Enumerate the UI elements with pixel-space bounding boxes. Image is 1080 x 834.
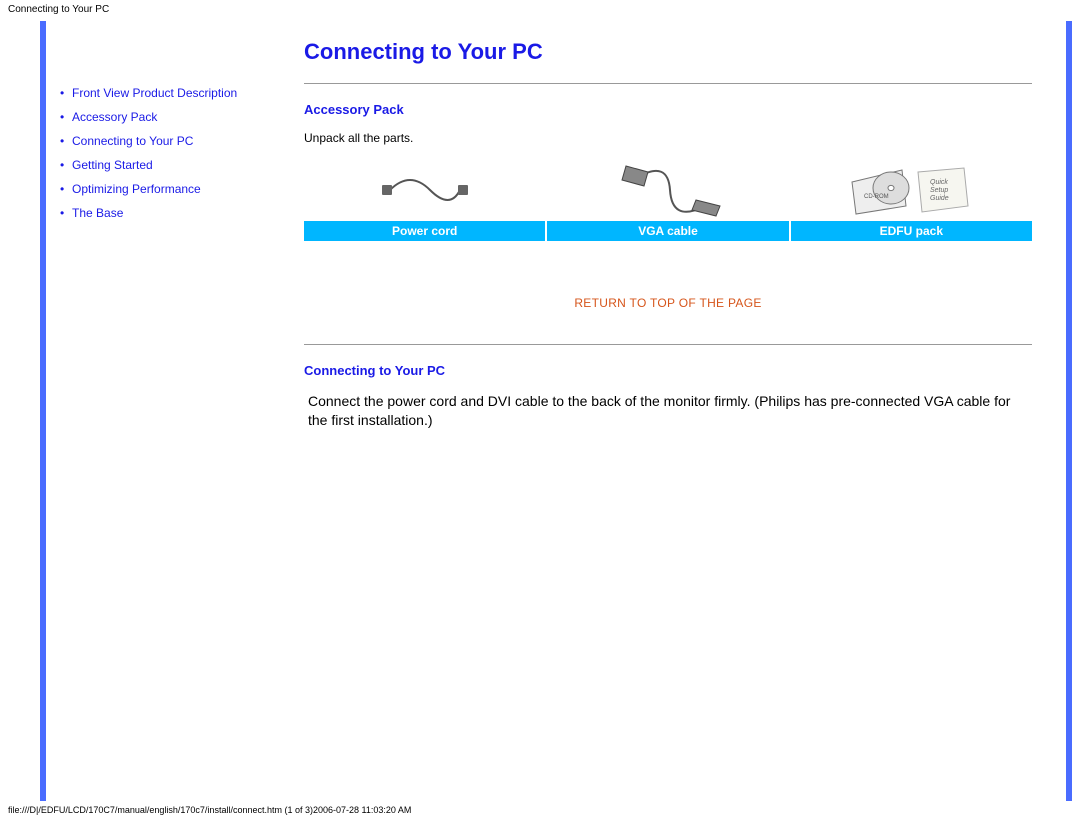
label-power-cord: Power cord	[304, 221, 547, 241]
label-vga-cable: VGA cable	[547, 221, 790, 241]
svg-text:Setup: Setup	[930, 187, 948, 194]
page-frame: • Front View Product Description • Acces…	[40, 21, 1072, 801]
svg-text:Guide: Guide	[930, 195, 949, 202]
page-title: Connecting to Your PC	[304, 39, 1032, 65]
section-paragraph-connect: Connect the power cord and DVI cable to …	[308, 392, 1032, 430]
accessory-images-row: CD-ROM Quick Setup Guide	[304, 159, 1032, 221]
main-content: Connecting to Your PC Accessory Pack Unp…	[274, 21, 1072, 801]
return-to-top[interactable]: RETURN TO TOP OF THE PAGE	[304, 295, 1032, 310]
sidebar-item-optimizing[interactable]: • Optimizing Performance	[60, 177, 270, 201]
return-to-top-link[interactable]: RETURN TO TOP OF THE PAGE	[574, 296, 761, 310]
power-cord-icon	[380, 165, 470, 215]
vga-cable-icon	[608, 162, 728, 218]
sidebar-item-getting-started[interactable]: • Getting Started	[60, 153, 270, 177]
sidebar-link[interactable]: Accessory Pack	[72, 108, 157, 126]
svg-text:Quick: Quick	[930, 179, 948, 186]
bullet-icon: •	[60, 156, 72, 174]
section-heading-accessory-pack: Accessory Pack	[304, 102, 1032, 117]
edfu-pack-icon: CD-ROM Quick Setup Guide	[846, 162, 976, 218]
bullet-icon: •	[60, 132, 72, 150]
window-title: Connecting to Your PC	[0, 0, 1080, 15]
sidebar-link[interactable]: Connecting to Your PC	[72, 132, 193, 150]
section-text-unpack: Unpack all the parts.	[304, 131, 1032, 145]
divider	[304, 83, 1032, 84]
image-edfu-pack: CD-ROM Quick Setup Guide	[789, 159, 1032, 221]
footer-path: file:///D|/EDFU/LCD/170C7/manual/english…	[0, 801, 1080, 821]
bullet-icon: •	[60, 84, 72, 102]
image-power-cord	[304, 159, 547, 221]
sidebar-link[interactable]: Front View Product Description	[72, 84, 237, 102]
section-heading-connecting: Connecting to Your PC	[304, 363, 1032, 378]
sidebar-item-the-base[interactable]: • The Base	[60, 201, 270, 225]
svg-text:CD-ROM: CD-ROM	[864, 194, 889, 200]
bullet-icon: •	[60, 204, 72, 222]
label-edfu-pack: EDFU pack	[791, 221, 1032, 241]
sidebar: • Front View Product Description • Acces…	[46, 21, 274, 801]
sidebar-item-accessory-pack[interactable]: • Accessory Pack	[60, 105, 270, 129]
bullet-icon: •	[60, 180, 72, 198]
sidebar-item-connecting[interactable]: • Connecting to Your PC	[60, 129, 270, 153]
sidebar-link[interactable]: Optimizing Performance	[72, 180, 201, 198]
sidebar-link[interactable]: Getting Started	[72, 156, 153, 174]
image-vga-cable	[547, 159, 790, 221]
sidebar-item-front-view[interactable]: • Front View Product Description	[60, 81, 270, 105]
bullet-icon: •	[60, 108, 72, 126]
divider	[304, 344, 1032, 345]
sidebar-link[interactable]: The Base	[72, 204, 123, 222]
right-border	[1066, 21, 1072, 801]
accessory-labels-row: Power cord VGA cable EDFU pack	[304, 221, 1032, 241]
